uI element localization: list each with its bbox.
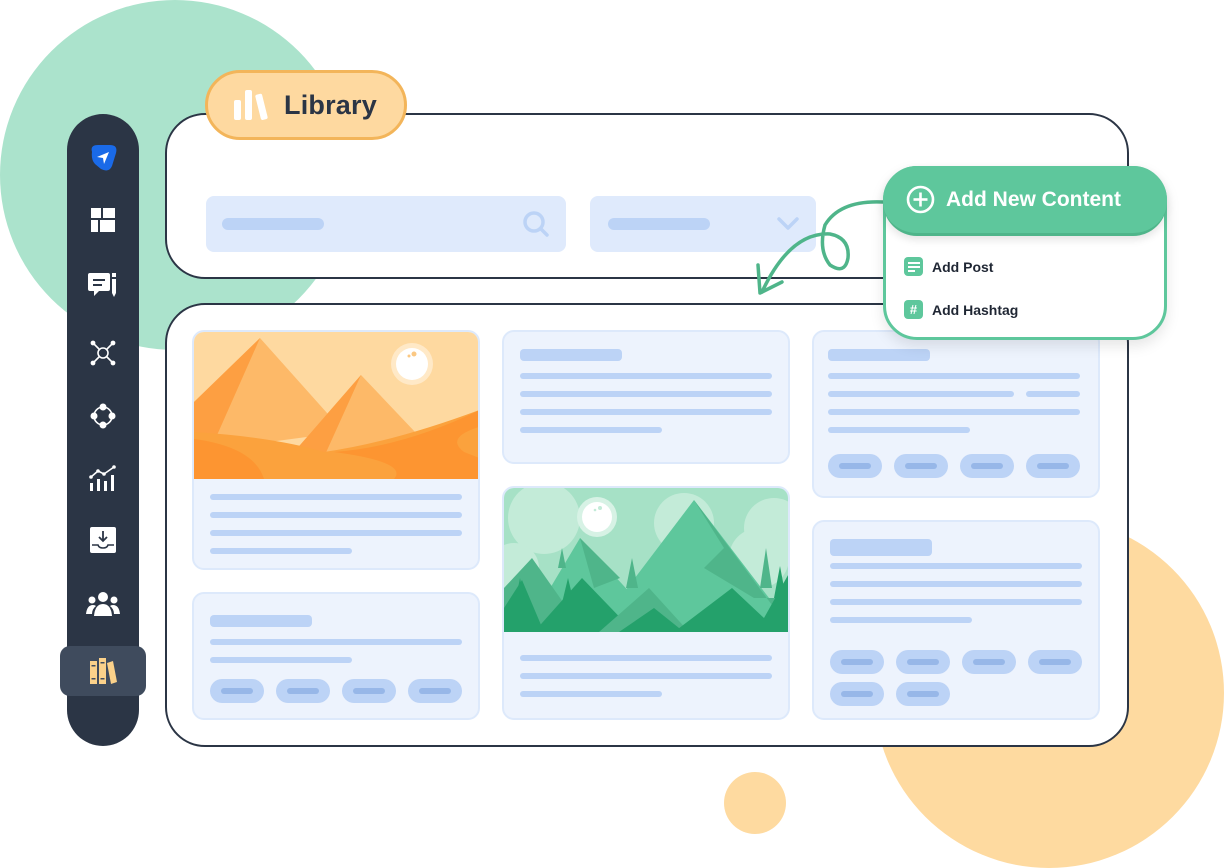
paper-plane-icon	[91, 145, 117, 171]
network-hub-icon	[90, 340, 116, 366]
tag-chip[interactable]	[960, 454, 1014, 478]
nodes-diamond-icon	[90, 403, 116, 429]
tag-chip[interactable]	[1026, 454, 1080, 478]
tag-chip[interactable]	[830, 682, 884, 706]
menu-item-label: Add Hashtag	[932, 301, 1019, 318]
card-title	[830, 539, 932, 556]
hashtag-icon: #	[904, 300, 923, 319]
mountains-image	[504, 488, 788, 632]
tag-chip[interactable]	[896, 650, 950, 674]
text-line	[830, 617, 972, 623]
tag-chip[interactable]	[828, 454, 882, 478]
text-line	[828, 373, 1080, 379]
menu-item-add-post[interactable]: Add Post	[904, 257, 993, 276]
menu-item-label: Add Post	[932, 258, 994, 275]
message-edit-icon	[88, 273, 116, 297]
analytics-chart-icon	[89, 465, 116, 491]
text-line	[828, 409, 1080, 415]
sidebar-item-connections[interactable]	[67, 394, 139, 438]
content-card[interactable]	[192, 330, 480, 570]
desert-image	[194, 332, 478, 479]
pointer-arrow-icon	[756, 200, 885, 295]
text-line	[830, 581, 1082, 587]
tag-chip[interactable]	[896, 682, 950, 706]
card-title	[210, 615, 312, 627]
text-line	[210, 494, 462, 500]
menu-item-add-hashtag[interactable]: # Add Hashtag	[904, 300, 1018, 319]
content-card[interactable]	[812, 330, 1100, 498]
text-line	[210, 657, 352, 663]
sidebar-item-dashboard[interactable]	[67, 198, 139, 242]
card-title	[520, 349, 622, 361]
search-input[interactable]	[206, 196, 566, 252]
text-line	[210, 548, 352, 554]
sidebar-item-network[interactable]	[67, 331, 139, 375]
text-line	[828, 427, 970, 433]
search-icon[interactable]	[522, 210, 550, 238]
card-title	[828, 349, 930, 361]
library-title-badge: Library	[205, 70, 407, 140]
text-line	[520, 673, 772, 679]
sidebar-item-library[interactable]	[60, 646, 146, 696]
tag-chip[interactable]	[210, 679, 264, 703]
tag-chip[interactable]	[408, 679, 462, 703]
sidebar-item-analytics[interactable]	[67, 456, 139, 500]
tag-chip[interactable]	[830, 650, 884, 674]
tag-chip[interactable]	[894, 454, 948, 478]
text-line	[828, 391, 1014, 397]
content-card[interactable]	[502, 486, 790, 720]
tag-chip[interactable]	[342, 679, 396, 703]
users-group-icon	[86, 592, 120, 616]
page-title: Library	[284, 89, 377, 120]
content-card[interactable]	[502, 330, 790, 464]
sidebar-item-inbox[interactable]	[67, 518, 139, 562]
tag-chip[interactable]	[962, 650, 1016, 674]
decor-dot-orange	[724, 772, 786, 834]
plus-circle-icon	[906, 185, 935, 214]
text-line	[520, 427, 662, 433]
text-line	[520, 655, 772, 661]
books-icon	[90, 658, 117, 684]
document-icon	[904, 257, 923, 276]
dashboard-grid-icon	[91, 208, 115, 232]
text-line	[210, 639, 462, 645]
content-card[interactable]	[812, 520, 1100, 720]
inbox-download-icon	[90, 527, 116, 553]
add-new-content-button[interactable]: Add New Content	[883, 166, 1167, 236]
sidebar-item-team[interactable]	[67, 582, 139, 626]
text-line	[520, 409, 772, 415]
sidebar-item-compose[interactable]	[67, 264, 139, 308]
add-content-menu: Add New Content Add Post # Add Hashtag	[883, 166, 1167, 340]
text-line	[210, 530, 462, 536]
tag-chip[interactable]	[276, 679, 330, 703]
text-line	[520, 691, 662, 697]
text-line	[830, 563, 1082, 569]
content-card[interactable]	[192, 592, 480, 720]
add-new-content-label: Add New Content	[946, 187, 1121, 211]
search-placeholder	[222, 218, 324, 230]
text-line	[520, 373, 772, 379]
text-line	[210, 512, 462, 518]
dropdown-placeholder	[608, 218, 710, 230]
text-line	[520, 391, 772, 397]
text-line	[830, 599, 1082, 605]
library-bars-icon	[234, 90, 268, 120]
sidebar	[60, 114, 146, 746]
tag-chip[interactable]	[1028, 650, 1082, 674]
text-line	[1026, 391, 1080, 397]
sidebar-item-send[interactable]	[67, 136, 139, 180]
